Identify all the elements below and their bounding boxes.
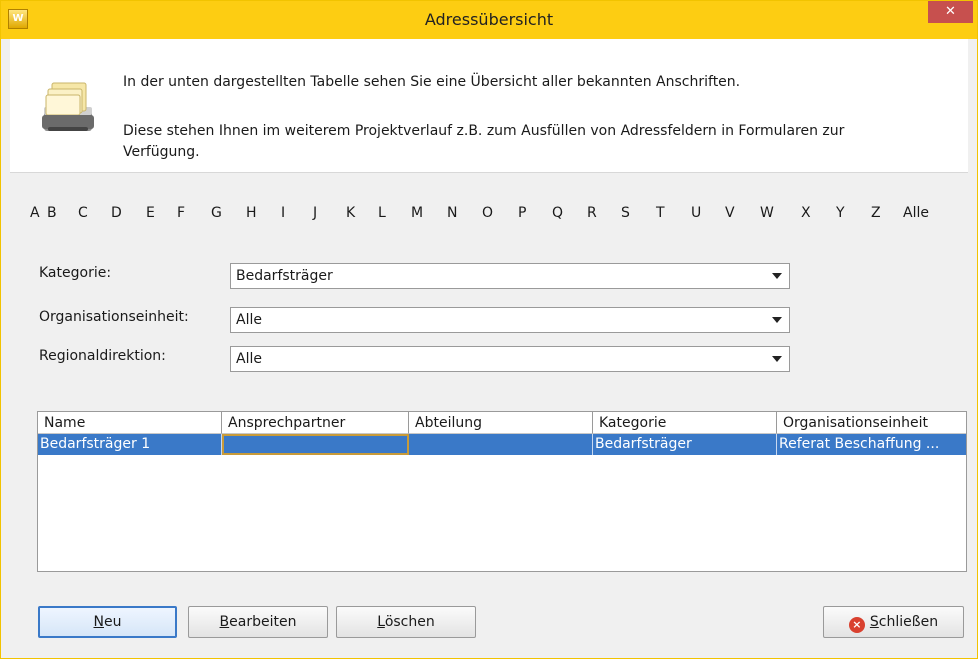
kategorie-select[interactable]: Bedarfsträger <box>230 263 790 289</box>
close-button-mnemonic: S <box>869 614 879 630</box>
table-cell-kategorie[interactable]: Bedarfsträger <box>593 434 777 455</box>
letter-filter-h[interactable]: H <box>246 201 257 225</box>
letter-filter-u[interactable]: U <box>691 201 701 225</box>
table-cell-ansprechpartner[interactable] <box>222 434 409 455</box>
info-panel: In der unten dargestellten Tabelle sehen… <box>10 39 968 173</box>
letter-filter-e[interactable]: E <box>146 201 155 225</box>
letter-filter-j[interactable]: J <box>313 201 317 225</box>
column-header-ansprechpartner[interactable]: Ansprechpartner <box>222 412 409 434</box>
letter-filter-o[interactable]: O <box>482 201 493 225</box>
chevron-down-icon <box>772 273 782 279</box>
table-cell-abteilung[interactable] <box>409 434 593 455</box>
letter-filter-v[interactable]: V <box>725 201 735 225</box>
regionaldirektion-select-value: Alle <box>236 351 262 367</box>
chevron-down-icon <box>772 356 782 362</box>
letter-filter-t[interactable]: T <box>656 201 665 225</box>
close-circle-icon: × <box>848 617 865 633</box>
edit-button[interactable]: Bearbeiten <box>188 606 328 638</box>
window-title: Adressübersicht <box>424 10 554 29</box>
column-header-name[interactable]: Name <box>38 412 222 434</box>
table-cell-organisationseinheit[interactable]: Referat Beschaffung ... <box>777 434 966 455</box>
letter-filter-y[interactable]: Y <box>836 201 845 225</box>
alphabet-filter-bar: A B C D E F G H I J K L M N O P Q R S T … <box>30 201 970 225</box>
address-table[interactable]: Name Ansprechpartner Abteilung Kategorie… <box>37 411 967 572</box>
letter-filter-n[interactable]: N <box>447 201 457 225</box>
address-overview-window: W Adressübersicht ✕ In der unten dargest… <box>0 0 978 659</box>
window-close-button[interactable]: ✕ <box>928 1 973 23</box>
delete-button[interactable]: Löschen <box>336 606 476 638</box>
new-button[interactable]: Neu <box>38 606 177 638</box>
regionaldirektion-label: Regionaldirektion: <box>39 348 166 364</box>
letter-filter-p[interactable]: P <box>518 201 526 225</box>
letter-filter-s[interactable]: S <box>621 201 630 225</box>
letter-filter-w[interactable]: W <box>760 201 774 225</box>
letter-filter-c[interactable]: C <box>78 201 88 225</box>
close-dialog-button[interactable]: × Schließen <box>823 606 964 638</box>
column-header-kategorie[interactable]: Kategorie <box>593 412 777 434</box>
letter-filter-m[interactable]: M <box>411 201 423 225</box>
delete-button-label: öschen <box>384 614 435 630</box>
letter-filter-k[interactable]: K <box>346 201 355 225</box>
delete-button-mnemonic: L <box>377 614 385 630</box>
table-row[interactable]: Bedarfsträger 1 Bedarfsträger Referat Be… <box>38 434 966 455</box>
new-button-mnemonic: N <box>93 614 104 630</box>
address-card-box-icon <box>42 82 94 131</box>
letter-filter-all[interactable]: Alle <box>903 201 929 225</box>
kategorie-label: Kategorie: <box>39 265 112 281</box>
close-button-label: chließen <box>878 614 939 630</box>
edit-button-mnemonic: B <box>219 614 230 630</box>
letter-filter-z[interactable]: Z <box>871 201 881 225</box>
letter-filter-l[interactable]: L <box>378 201 386 225</box>
letter-filter-b[interactable]: B <box>47 201 57 225</box>
column-header-abteilung[interactable]: Abteilung <box>409 412 593 434</box>
edit-button-label: earbeiten <box>229 614 297 630</box>
kategorie-select-value: Bedarfsträger <box>236 268 333 284</box>
chevron-down-icon <box>772 317 782 323</box>
letter-filter-i[interactable]: I <box>281 201 285 225</box>
title-bar: W Adressübersicht ✕ <box>1 1 977 39</box>
organisationseinheit-select[interactable]: Alle <box>230 307 790 333</box>
organisationseinheit-select-value: Alle <box>236 312 262 328</box>
column-header-organisationseinheit[interactable]: Organisationseinheit <box>777 412 966 434</box>
regionaldirektion-select[interactable]: Alle <box>230 346 790 372</box>
table-cell-name[interactable]: Bedarfsträger 1 <box>38 434 222 455</box>
info-text-line1: In der unten dargestellten Tabelle sehen… <box>123 74 741 90</box>
letter-filter-q[interactable]: Q <box>552 201 563 225</box>
organisationseinheit-label: Organisationseinheit: <box>39 309 189 325</box>
letter-filter-a[interactable]: A <box>30 201 40 225</box>
letter-filter-d[interactable]: D <box>111 201 122 225</box>
new-button-label: eu <box>103 614 122 630</box>
info-text-line2: Diese stehen Ihnen im weiterem Projektve… <box>123 123 845 160</box>
letter-filter-g[interactable]: G <box>211 201 222 225</box>
letter-filter-x[interactable]: X <box>801 201 811 225</box>
letter-filter-r[interactable]: R <box>587 201 597 225</box>
letter-filter-f[interactable]: F <box>177 201 185 225</box>
